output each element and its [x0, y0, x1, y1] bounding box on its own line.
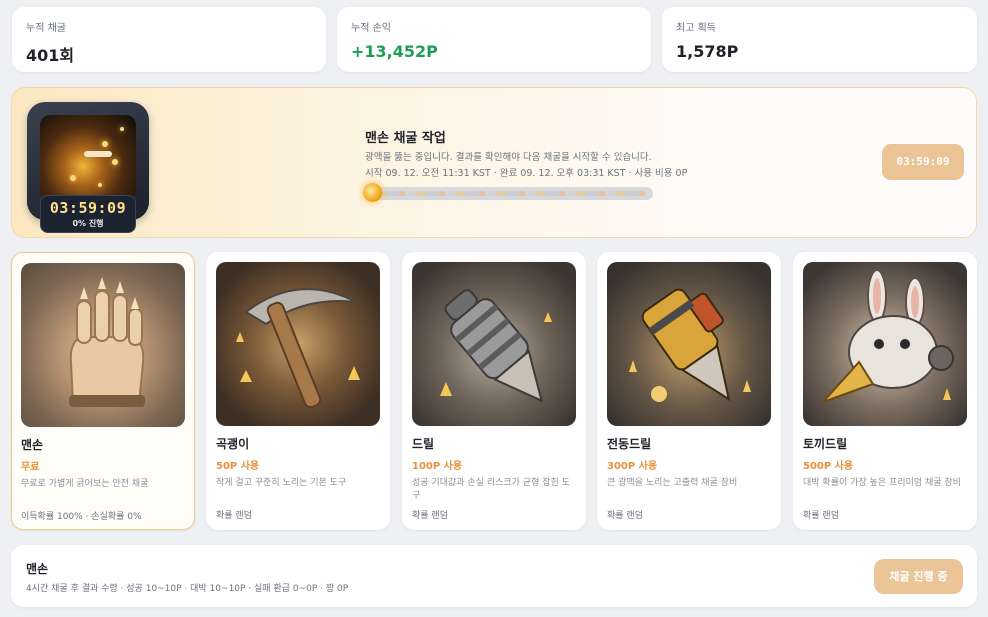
mine-cave-image — [40, 115, 136, 201]
tool-name: 전동드릴 — [607, 437, 652, 451]
stat-card-total-profit: 누적 손익 +13,452P — [337, 7, 651, 72]
mining-in-progress-button[interactable]: 채굴 진행 중 — [874, 559, 963, 594]
tool-cost: 100P 사용 — [412, 461, 463, 472]
tool-name: 곡괭이 — [216, 437, 250, 451]
timer-button[interactable]: 03:59:09 — [882, 144, 964, 180]
tool-name: 토끼드릴 — [803, 437, 848, 451]
tool-odds: 이득확률 100% · 손실확률 0% — [21, 512, 142, 522]
glove-icon — [21, 263, 185, 427]
tool-odds: 확률 랜덤 — [607, 511, 643, 521]
tool-card-rabbit-drill[interactable]: 토끼드릴 500P 사용 대박 확률이 가장 높은 프리미엄 채굴 장비 확률 … — [793, 252, 977, 530]
stat-label: 누적 채굴 — [26, 23, 66, 34]
tool-description: 대박 확률이 가장 높은 프리미엄 채굴 장비 — [803, 478, 961, 488]
job-title: 맨손 채굴 작업 — [365, 131, 446, 146]
active-job-banner: 03:59:09 0% 진행 맨손 채굴 작업 광맥을 뚫는 중입니다. 결과를… — [11, 87, 977, 238]
tool-cost: 무료 — [21, 462, 40, 473]
tool-description: 큰 광맥을 노리는 고출력 채굴 장비 — [607, 478, 738, 488]
rabbit-drill-icon — [803, 262, 967, 426]
stat-value: 401회 — [26, 46, 75, 65]
tool-card-pickaxe[interactable]: 곡괭이 50P 사용 작게 걸고 꾸준히 노리는 기본 도구 확률 랜덤 — [206, 252, 390, 530]
tool-cost: 500P 사용 — [803, 461, 854, 472]
progress-label: 0% 진행 — [72, 219, 104, 228]
tool-name: 맨손 — [21, 438, 44, 452]
tool-odds: 확률 랜덤 — [412, 511, 448, 521]
progress-bar — [365, 187, 653, 200]
job-meta: 시작 09. 12. 오전 11:31 KST · 완료 09. 12. 오후 … — [365, 168, 688, 179]
tool-description: 성공 기대값과 손실 리스크가 균형 잡힌 도구 — [412, 478, 570, 501]
timer-chip: 03:59:09 0% 진행 — [40, 195, 136, 233]
tool-card-drill[interactable]: 드릴 100P 사용 성공 기대값과 손실 리스크가 균형 잡힌 도구 확률 랜… — [402, 252, 586, 530]
stat-label: 최고 획득 — [676, 23, 716, 34]
tool-odds: 확률 랜덤 — [216, 511, 252, 521]
selected-tool-footer: 맨손 4시간 채굴 후 결과 수령 · 성공 10~10P · 대박 10~10… — [11, 545, 977, 607]
tool-card-electric-drill[interactable]: 전동드릴 300P 사용 큰 광맥을 노리는 고출력 채굴 장비 확률 랜덤 — [597, 252, 781, 530]
job-description: 광맥을 뚫는 중입니다. 결과를 확인해야 다음 채굴을 시작할 수 있습니다. — [365, 152, 652, 163]
drill-icon — [412, 262, 576, 426]
selected-tool-summary: 4시간 채굴 후 결과 수령 · 성공 10~10P · 대박 10~10P ·… — [26, 584, 349, 594]
stat-card-best-gain: 최고 획득 1,578P — [662, 7, 977, 72]
selected-tool-name: 맨손 — [26, 562, 49, 576]
pickaxe-icon — [216, 262, 380, 426]
electric-drill-icon — [607, 262, 771, 426]
tool-description: 작게 걸고 꾸준히 노리는 기본 도구 — [216, 478, 347, 488]
stat-value: +13,452P — [351, 42, 438, 61]
tool-cost: 50P 사용 — [216, 461, 260, 472]
tool-odds: 확률 랜덤 — [803, 511, 839, 521]
tool-name: 드릴 — [412, 437, 435, 451]
progress-track-pattern — [377, 191, 645, 196]
tool-description: 무료로 가볍게 긁어보는 안전 채굴 — [21, 479, 149, 489]
stat-value: 1,578P — [676, 42, 739, 61]
progress-knob-icon — [363, 183, 382, 202]
stat-label: 누적 손익 — [351, 23, 391, 34]
countdown-timer: 03:59:09 — [49, 199, 127, 217]
tool-card-bare-hand[interactable]: 맨손 무료 무료로 가볍게 긁어보는 안전 채굴 이득확률 100% · 손실확… — [11, 252, 195, 530]
job-thumbnail: 03:59:09 0% 진행 — [27, 102, 149, 233]
tool-cost: 300P 사용 — [607, 461, 658, 472]
stat-card-total-mining: 누적 채굴 401회 — [12, 7, 326, 72]
